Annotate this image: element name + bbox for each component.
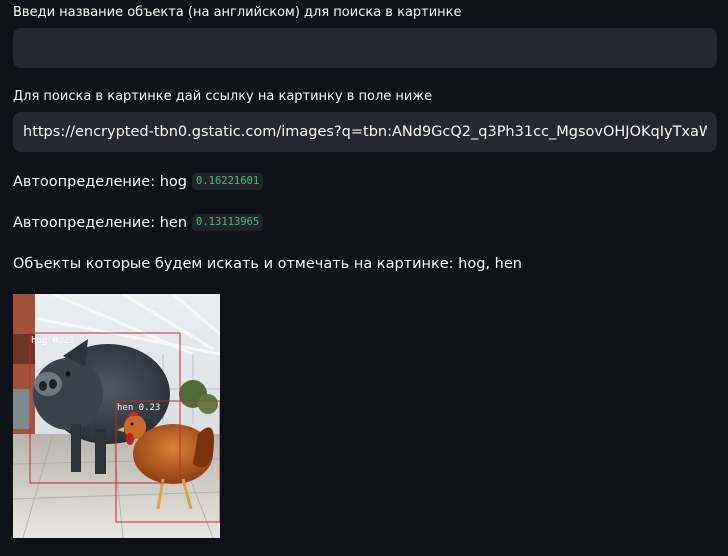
annotated-photo: hog 0.21 hen 0.23 xyxy=(13,294,220,538)
summary-text: Объекты которые будем искать и отмечать … xyxy=(13,256,522,272)
app-page: Введи название объекта (на английском) д… xyxy=(0,0,728,556)
detection-score: 0.16221601 xyxy=(191,173,264,190)
hog-box-label: hog 0.21 xyxy=(31,336,74,346)
url-query-input[interactable] xyxy=(13,112,717,152)
detection-prefix: Автоопределение: xyxy=(13,214,156,231)
detection-name: hog xyxy=(159,173,187,190)
hen-box-label: hen 0.23 xyxy=(117,403,160,413)
detection-hog: Автоопределение: hog 0.16221601 xyxy=(13,173,264,190)
url-query-label: Для поиска в картинке дай ссылку на карт… xyxy=(13,89,433,104)
detection-prefix: Автоопределение: xyxy=(13,173,156,190)
detection-score: 0.13113965 xyxy=(192,214,264,231)
object-query-input[interactable] xyxy=(13,28,717,68)
detection-name: hen xyxy=(159,214,188,231)
result-image: hog 0.21 hen 0.23 xyxy=(13,294,220,538)
detection-hen: Автоопределение: hen 0.13113965 xyxy=(13,214,264,231)
object-query-label: Введи название объекта (на английском) д… xyxy=(13,5,462,20)
